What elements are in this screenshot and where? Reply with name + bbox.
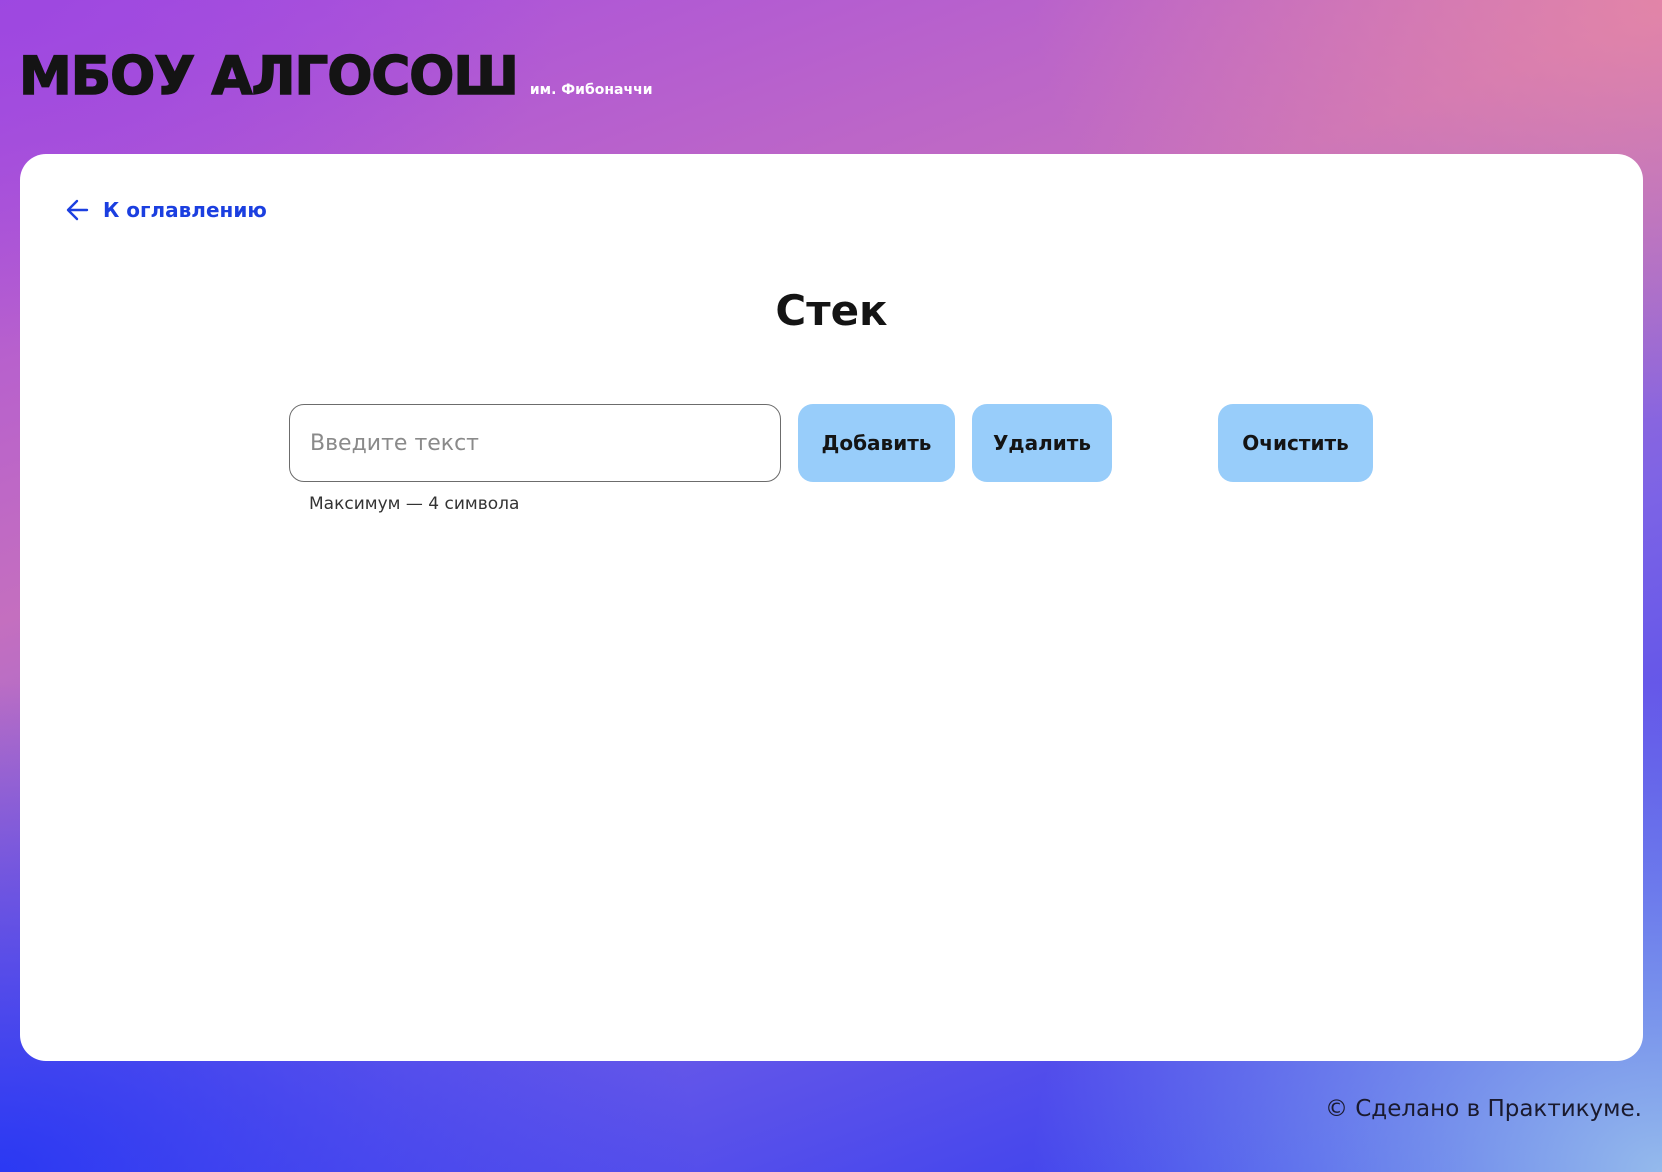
site-logo: МБОУ АЛГОСОШ xyxy=(18,46,519,107)
text-input[interactable] xyxy=(289,404,781,482)
stack-controls: Максимум — 4 символа Добавить Удалить Оч… xyxy=(289,404,1389,524)
add-button[interactable]: Добавить xyxy=(798,404,955,482)
footer-credit: © Сделано в Практикуме. xyxy=(1324,1096,1642,1122)
page-title: Стек xyxy=(775,286,888,335)
arrow-left-icon xyxy=(66,199,89,221)
remove-button[interactable]: Удалить xyxy=(972,404,1112,482)
clear-button[interactable]: Очистить xyxy=(1218,404,1373,482)
back-link-label: К оглавлению xyxy=(103,198,267,222)
back-to-contents-link[interactable]: К оглавлению xyxy=(65,197,267,223)
main-card: К оглавлению Стек Максимум — 4 символа Д… xyxy=(20,154,1643,1061)
input-hint: Максимум — 4 символа xyxy=(309,494,520,514)
site-subtitle: им. Фибоначчи xyxy=(529,82,653,98)
site-header: МБОУ АЛГОСОШ им. Фибоначчи xyxy=(18,46,653,107)
